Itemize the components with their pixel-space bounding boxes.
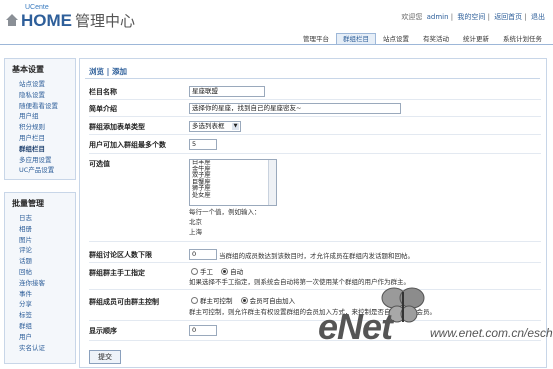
options-textarea[interactable]: 白羊座 金牛座 双子座 巨蟹座 狮子座 处女座 — [189, 159, 277, 206]
owner-radio-group: 手工 自动 — [191, 266, 243, 276]
sidebar-item-albums[interactable]: 相册 — [19, 224, 75, 235]
my-space-link[interactable]: 我的空间 — [457, 13, 485, 21]
option-item: 处女座 — [192, 191, 211, 199]
sidebar-item-shares[interactable]: 分享 — [19, 299, 75, 310]
username-link[interactable]: admin — [427, 13, 449, 21]
order-label: 显示顺序 — [89, 327, 117, 335]
sidebar-item-site-settings[interactable]: 站点设置 — [19, 79, 75, 90]
owner-radio-manual[interactable]: 手工 — [191, 268, 213, 276]
radio-label: 会员可自由加入 — [249, 297, 296, 305]
row-divider — [89, 262, 541, 263]
sidebar-item-multi-app[interactable]: 多应用设置 — [19, 155, 75, 166]
sidebar-item-realname[interactable]: 实名认证 — [19, 343, 75, 354]
join-label: 群组成员可由群主控制 — [89, 298, 159, 306]
radio-icon — [191, 268, 198, 275]
sidebar-item-replies[interactable]: 回帖 — [19, 267, 75, 278]
sidebar-item-privacy[interactable]: 隐私设置 — [19, 90, 75, 101]
sidebar-item-user-groups[interactable]: 用户组 — [19, 111, 75, 122]
watermark-brand: eNet — [318, 306, 393, 347]
logo-home-text: HOME — [21, 11, 72, 30]
row-divider — [89, 241, 541, 242]
type-select[interactable]: 多选列表框 ▼ — [189, 121, 241, 132]
radio-icon — [191, 297, 198, 304]
logout-link[interactable]: 退出 — [531, 13, 545, 21]
row-divider — [89, 116, 541, 117]
welcome-text: 欢迎您 — [401, 13, 423, 21]
breadcrumb[interactable]: 浏览 | 添加 — [89, 66, 127, 77]
home-link[interactable]: 返回首页 — [494, 13, 522, 21]
row-divider — [89, 99, 541, 100]
sidebar-title: 批量管理 — [12, 199, 44, 208]
owner-radio-auto[interactable]: 自动 — [221, 268, 243, 276]
name-input[interactable]: 星座联盟 — [189, 86, 265, 97]
sidebar-item-pictures[interactable]: 图片 — [19, 235, 75, 246]
minmembers-input[interactable]: 0 — [189, 249, 217, 260]
row-divider — [89, 134, 541, 135]
sidebar-item-user-columns[interactable]: 用户栏目 — [19, 133, 75, 144]
top-links: 欢迎您 admin | 我的空间 | 返回首页 | 退出 — [401, 13, 545, 21]
order-input[interactable]: 0 — [189, 325, 217, 336]
maxjoin-label: 用户可加入群组最多个数 — [89, 141, 166, 149]
watermark-url: www.enet.com.cn/eschool — [430, 326, 553, 340]
sidebar-title: 基本设置 — [12, 65, 44, 74]
options-example-1: 北京 — [189, 218, 202, 226]
options-label: 可选值 — [89, 160, 110, 168]
sidebar-item-guests[interactable]: 连你接客 — [19, 278, 75, 289]
app-logo[interactable]: HOME 管理中心 — [5, 10, 135, 31]
join-radio-owner[interactable]: 群主可控制 — [191, 297, 233, 305]
sidebar-item-credit-rules[interactable]: 积分规则 — [19, 122, 75, 133]
radio-label: 群主可控制 — [200, 297, 233, 305]
minmembers-hint: 当群组的成员数达到该数目时，才允许成员在群组内发话题和回帖。 — [219, 252, 414, 260]
join-radio-free[interactable]: 会员可自由加入 — [240, 297, 296, 305]
logo-title: 管理中心 — [75, 13, 136, 30]
intro-label: 简单介绍 — [89, 105, 117, 113]
textarea-scrollbar[interactable] — [268, 160, 276, 205]
maxjoin-input[interactable]: 5 — [189, 139, 217, 150]
header: UCente HOME 管理中心 欢迎您 admin | 我的空间 | 返回首页 … — [0, 0, 553, 45]
home-icon — [6, 14, 18, 26]
radio-icon — [221, 268, 229, 275]
chevron-down-icon: ▼ — [232, 123, 239, 130]
minmembers-label: 群组讨论区人数下限 — [89, 251, 152, 259]
sidebar-item-comments[interactable]: 评论 — [19, 245, 75, 256]
intro-input[interactable]: 选择你的星座，找到自己的星座密友~ — [189, 103, 401, 114]
sidebar-item-events[interactable]: 事件 — [19, 289, 75, 300]
name-label: 栏目名称 — [89, 88, 117, 96]
submit-button[interactable]: 提交 — [89, 350, 121, 364]
sidebar-item-blogs[interactable]: 日志 — [19, 213, 75, 224]
row-divider — [89, 153, 541, 154]
radio-label: 手工 — [200, 268, 213, 276]
sidebar-item-topics[interactable]: 话题 — [19, 256, 75, 267]
sidebar-batch-management: 批量管理 日志 相册 图片 评论 话题 回帖 连你接客 事件 分享 标签 群组 … — [4, 192, 76, 364]
sidebar-item-users[interactable]: 用户 — [19, 332, 75, 343]
options-hint: 每行一个值，例如输入： — [189, 208, 261, 216]
radio-icon — [240, 297, 248, 304]
sidebar-item-group-columns[interactable]: 群组栏目 — [19, 144, 75, 155]
radio-label: 自动 — [230, 268, 244, 276]
sidebar-item-groups[interactable]: 群组 — [19, 321, 75, 332]
sidebar-item-browse-settings[interactable]: 随便看看设置 — [19, 101, 75, 112]
watermark: eNet www.enet.com.cn/eschool — [318, 286, 553, 356]
owner-hint: 如果选择不手工指定，则系统会自动将第一次使用某个群组的用户作为群主。 — [189, 278, 410, 286]
header-divider — [0, 44, 553, 45]
sidebar-item-uc-products[interactable]: UC产品设置 — [19, 165, 75, 176]
sidebar-item-tags[interactable]: 标签 — [19, 310, 75, 321]
type-label: 群组添加表单类型 — [89, 123, 145, 131]
type-select-value: 多选列表框 — [192, 122, 225, 130]
options-example-2: 上海 — [189, 228, 202, 236]
join-radio-group: 群主可控制 会员可自由加入 — [191, 295, 295, 305]
breadcrumb-divider — [85, 78, 540, 79]
sidebar-basic-settings: 基本设置 站点设置 隐私设置 随便看看设置 用户组 积分规则 用户栏目 群组栏目… — [4, 58, 76, 180]
owner-label: 群组群主手工指定 — [89, 269, 145, 277]
